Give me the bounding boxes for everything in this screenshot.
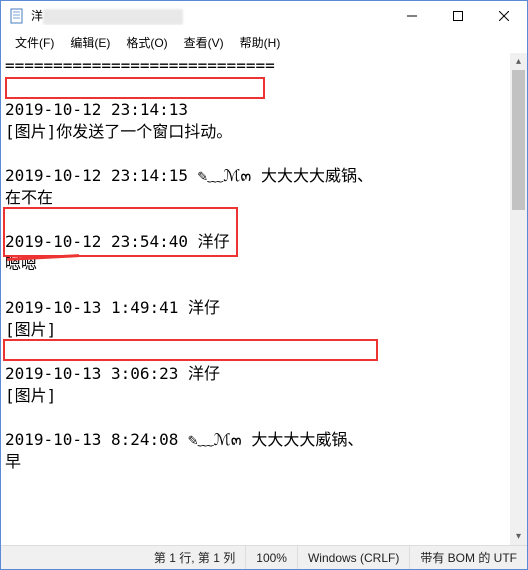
app-icon xyxy=(9,8,25,24)
menu-format[interactable]: 格式(O) xyxy=(118,32,175,53)
status-zoom: 100% xyxy=(246,546,298,569)
minimize-button[interactable] xyxy=(389,1,435,31)
menu-help[interactable]: 帮助(H) xyxy=(232,32,289,53)
menu-view[interactable]: 查看(V) xyxy=(176,32,232,53)
close-button[interactable] xyxy=(481,1,527,31)
status-encoding: 带有 BOM 的 UTF xyxy=(410,546,527,569)
status-position: 第 1 行, 第 1 列 xyxy=(144,546,246,569)
menu-edit[interactable]: 编辑(E) xyxy=(62,32,118,53)
maximize-button[interactable] xyxy=(435,1,481,31)
statusbar: 第 1 行, 第 1 列 100% Windows (CRLF) 带有 BOM … xyxy=(1,545,527,569)
text-content[interactable]: ============================ 2019-10-12 … xyxy=(1,53,510,545)
window-title: 洋 xyxy=(31,7,389,25)
menu-file[interactable]: 文件(F) xyxy=(7,32,62,53)
menubar: 文件(F) 编辑(E) 格式(O) 查看(V) 帮助(H) xyxy=(1,31,527,53)
titlebar: 洋 xyxy=(1,1,527,31)
status-line-ending: Windows (CRLF) xyxy=(298,546,410,569)
vertical-scrollbar[interactable]: ▴ ▾ xyxy=(510,53,527,545)
editor-area: ============================ 2019-10-12 … xyxy=(1,53,527,545)
scroll-up-button[interactable]: ▴ xyxy=(510,53,527,70)
scroll-thumb[interactable] xyxy=(512,70,525,210)
window-controls xyxy=(389,1,527,31)
scroll-down-button[interactable]: ▾ xyxy=(510,528,527,545)
